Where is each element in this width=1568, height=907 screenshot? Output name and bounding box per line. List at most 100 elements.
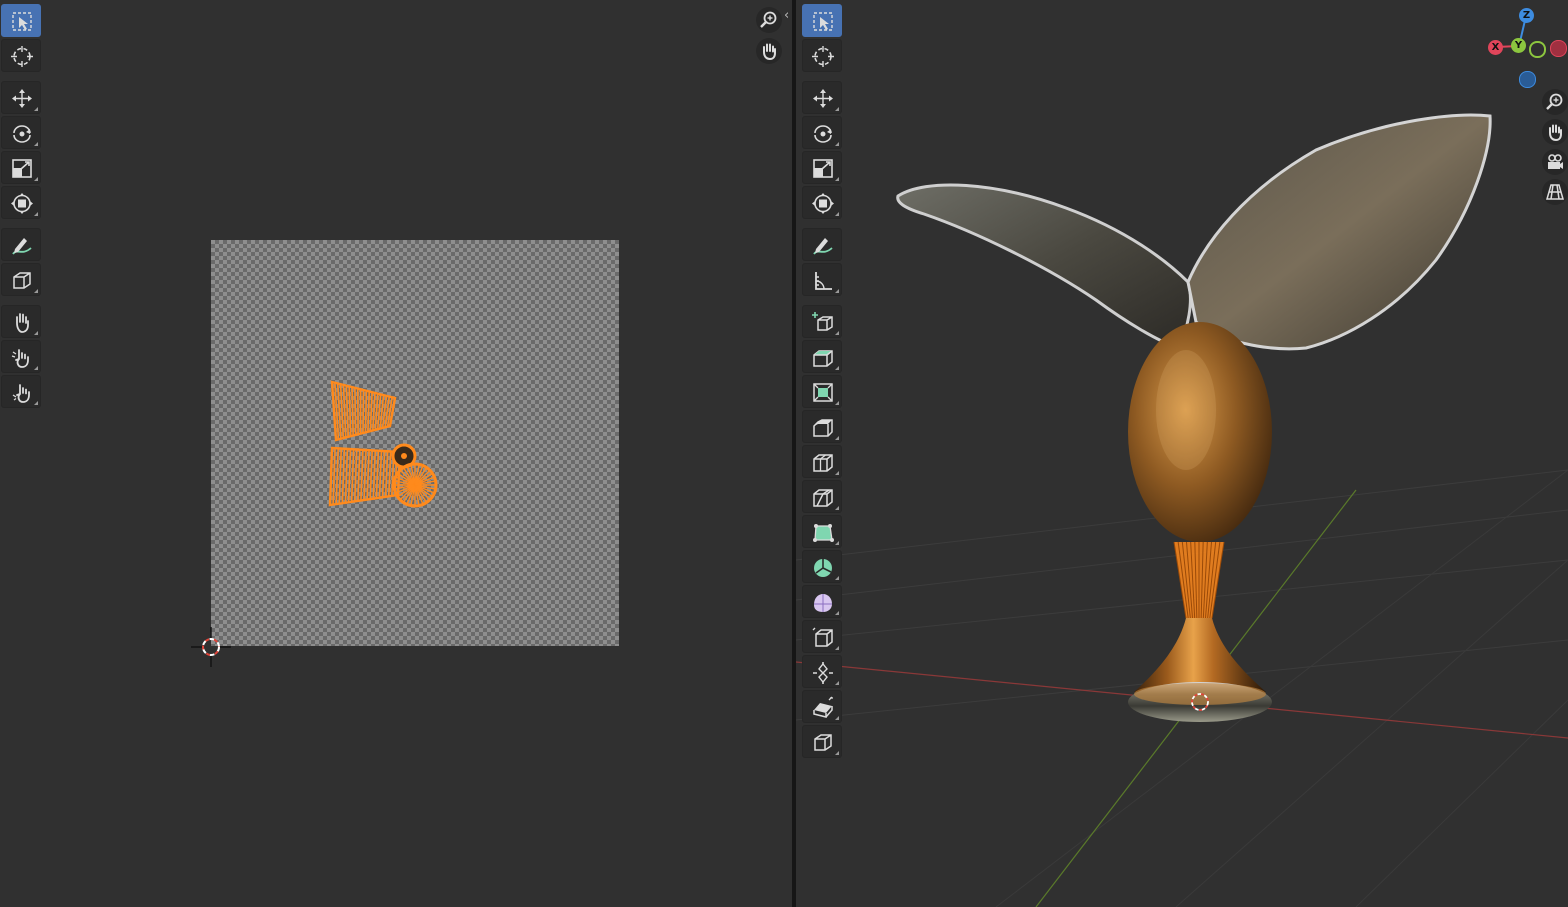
tool-options-indicator (34, 177, 38, 181)
tool-options-indicator (835, 576, 839, 580)
tool-options-indicator (835, 142, 839, 146)
smooth-tool[interactable] (802, 585, 842, 618)
tool-options-indicator (835, 541, 839, 545)
grab-hand-icon (16, 313, 29, 333)
pan-hand-icon (763, 43, 776, 61)
cursor-tool[interactable] (1, 39, 41, 72)
extrude-tool[interactable] (802, 340, 842, 373)
scale-tool[interactable] (1, 151, 41, 184)
select-box-icon (813, 12, 833, 31)
cursor-tool[interactable] (802, 39, 842, 72)
zoom-button[interactable] (1542, 89, 1568, 115)
3d-viewport[interactable]: Z X Y (796, 0, 1568, 907)
pan-button[interactable] (1542, 119, 1568, 145)
select-box-tool[interactable] (1, 4, 41, 37)
zoom-button[interactable] (756, 7, 782, 33)
pan-button[interactable] (756, 38, 782, 64)
grab-tool[interactable] (1, 305, 41, 338)
navigation-gizmo[interactable]: Z X Y (1486, 6, 1567, 90)
rotate-tool[interactable] (1, 116, 41, 149)
shrink-fatten-icon (813, 662, 833, 684)
tool-options-indicator (835, 177, 839, 181)
pan-hand-icon (1549, 124, 1562, 142)
measure-tool[interactable] (802, 263, 842, 296)
tool-options-indicator (835, 289, 839, 293)
tool-options-indicator (835, 681, 839, 685)
tool-options-indicator (835, 611, 839, 615)
spin-tool[interactable] (802, 550, 842, 583)
annotate-icon (12, 238, 32, 255)
move-tool[interactable] (802, 81, 842, 114)
rip-region-icon (13, 272, 31, 289)
tool-options-indicator (835, 471, 839, 475)
cursor-icon (11, 46, 33, 67)
pinch-tool[interactable] (1, 375, 41, 408)
annotate-tool[interactable] (802, 228, 842, 261)
loop-cut-icon (813, 454, 833, 472)
transform-tool[interactable] (1, 186, 41, 219)
edge-slide-icon (812, 627, 833, 647)
tool-options-indicator (34, 401, 38, 405)
inset-icon (813, 383, 833, 402)
tool-options-indicator (34, 331, 38, 335)
tool-options-indicator (835, 751, 839, 755)
2d-cursor-icon (191, 627, 231, 667)
uv-editor[interactable]: ‹ (0, 0, 792, 907)
gizmo-z-axis[interactable]: Z (1519, 8, 1534, 23)
move-tool[interactable] (1, 81, 41, 114)
ortho-grid-icon (1546, 184, 1564, 200)
tool-options-indicator (34, 366, 38, 370)
camera-view-button[interactable] (1542, 149, 1568, 175)
edge-slide-tool[interactable] (802, 620, 842, 653)
pinch-hand-icon (12, 384, 30, 403)
scale-icon (12, 159, 32, 178)
rip-region-tool[interactable] (802, 725, 842, 758)
rotate-tool[interactable] (802, 116, 842, 149)
transform-icon (812, 193, 834, 214)
tool-options-indicator (835, 506, 839, 510)
gizmo-x-axis[interactable]: X (1488, 40, 1503, 55)
gizmo-y-axis[interactable]: Y (1511, 38, 1526, 53)
spin-icon (814, 559, 832, 577)
loop-cut-tool[interactable] (802, 445, 842, 478)
add-cube-tool[interactable] (802, 305, 842, 338)
tool-options-indicator (835, 107, 839, 111)
poly-build-tool[interactable] (802, 515, 842, 548)
uv-island-circle-large (392, 462, 438, 508)
relax-hand-icon (11, 349, 29, 368)
camera-icon (1548, 154, 1563, 169)
scale-tool[interactable] (802, 151, 842, 184)
scale-icon (813, 159, 833, 178)
knife-tool[interactable] (802, 480, 842, 513)
poly-build-icon (813, 524, 834, 542)
inset-faces-tool[interactable] (802, 375, 842, 408)
gizmo-neg-y-axis[interactable] (1529, 41, 1546, 58)
gizmo-neg-z-axis[interactable] (1519, 71, 1536, 88)
annotate-icon (813, 238, 833, 255)
annotate-tool[interactable] (1, 228, 41, 261)
measure-icon (815, 272, 832, 290)
shear-tool[interactable] (802, 690, 842, 723)
trophy-object[interactable] (796, 0, 1568, 907)
move-icon (12, 89, 32, 108)
relax-tool[interactable] (1, 340, 41, 373)
select-box-icon (12, 12, 32, 31)
sidebar-collapse-arrow[interactable]: ‹ (784, 8, 789, 23)
select-box-tool[interactable] (802, 4, 842, 37)
rotate-icon (13, 125, 31, 143)
uv-islands[interactable] (320, 370, 450, 520)
transform-tool[interactable] (802, 186, 842, 219)
bevel-tool[interactable] (802, 410, 842, 443)
smooth-icon (814, 594, 832, 612)
uv-island-upper (330, 380, 397, 442)
zoom-icon (1546, 93, 1563, 110)
tool-options-indicator (34, 289, 38, 293)
tool-options-indicator (34, 212, 38, 216)
tool-options-indicator (835, 646, 839, 650)
rip-region-tool[interactable] (1, 263, 41, 296)
shrink-fatten-tool[interactable] (802, 655, 842, 688)
cursor-icon (812, 46, 834, 67)
ortho-toggle-button[interactable] (1542, 179, 1568, 205)
tool-options-indicator (835, 436, 839, 440)
gizmo-neg-x-axis[interactable] (1550, 40, 1567, 57)
